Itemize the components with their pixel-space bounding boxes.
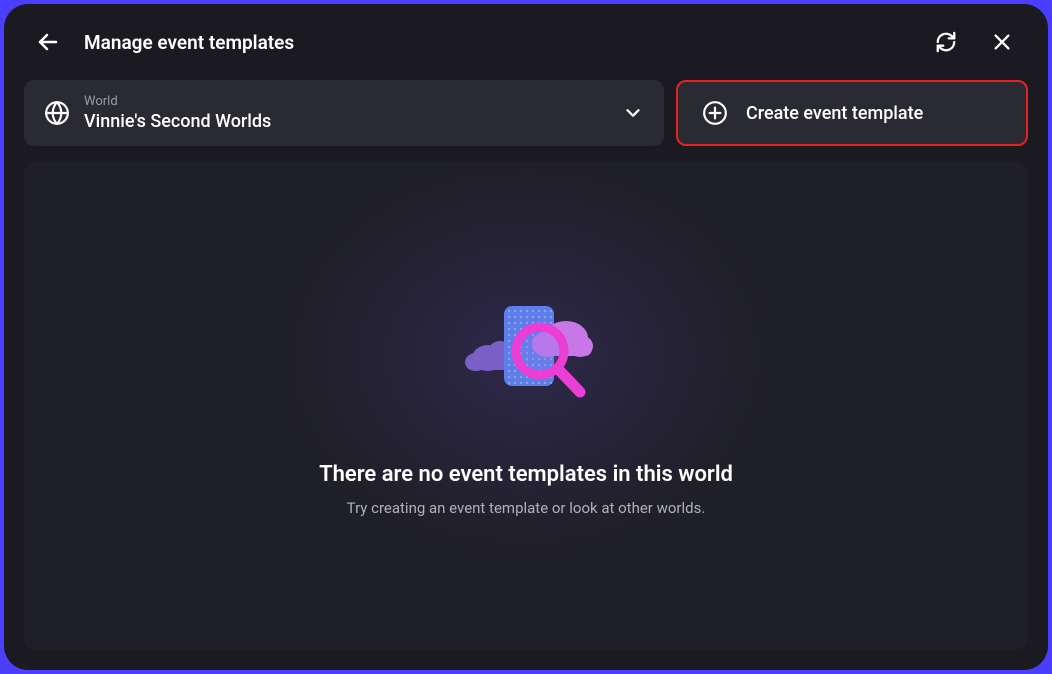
world-name: Vinnie's Second Worlds — [84, 111, 608, 132]
world-label: World — [84, 94, 608, 109]
refresh-icon — [935, 31, 957, 53]
chevron-down-icon — [622, 102, 644, 124]
header: Manage event templates — [24, 24, 1028, 60]
empty-state-title: There are no event templates in this wor… — [319, 462, 733, 487]
empty-state-subtitle: Try creating an event template or look a… — [347, 499, 706, 517]
plus-circle-icon — [702, 100, 728, 126]
globe-icon — [44, 100, 70, 126]
arrow-left-icon — [36, 30, 60, 54]
create-button-label: Create event template — [746, 103, 923, 124]
back-button[interactable] — [32, 26, 64, 58]
world-selector[interactable]: World Vinnie's Second Worlds — [24, 80, 664, 146]
window: Manage event templates World — [4, 4, 1048, 670]
close-button[interactable] — [984, 24, 1020, 60]
world-text: World Vinnie's Second Worlds — [84, 94, 608, 132]
content-area: There are no event templates in this wor… — [24, 162, 1028, 650]
toolbar: World Vinnie's Second Worlds Create even… — [24, 80, 1028, 146]
close-icon — [991, 31, 1013, 53]
empty-state-illustration — [446, 296, 606, 420]
refresh-button[interactable] — [928, 24, 964, 60]
create-event-template-button[interactable]: Create event template — [676, 80, 1028, 146]
page-title: Manage event templates — [84, 31, 908, 54]
